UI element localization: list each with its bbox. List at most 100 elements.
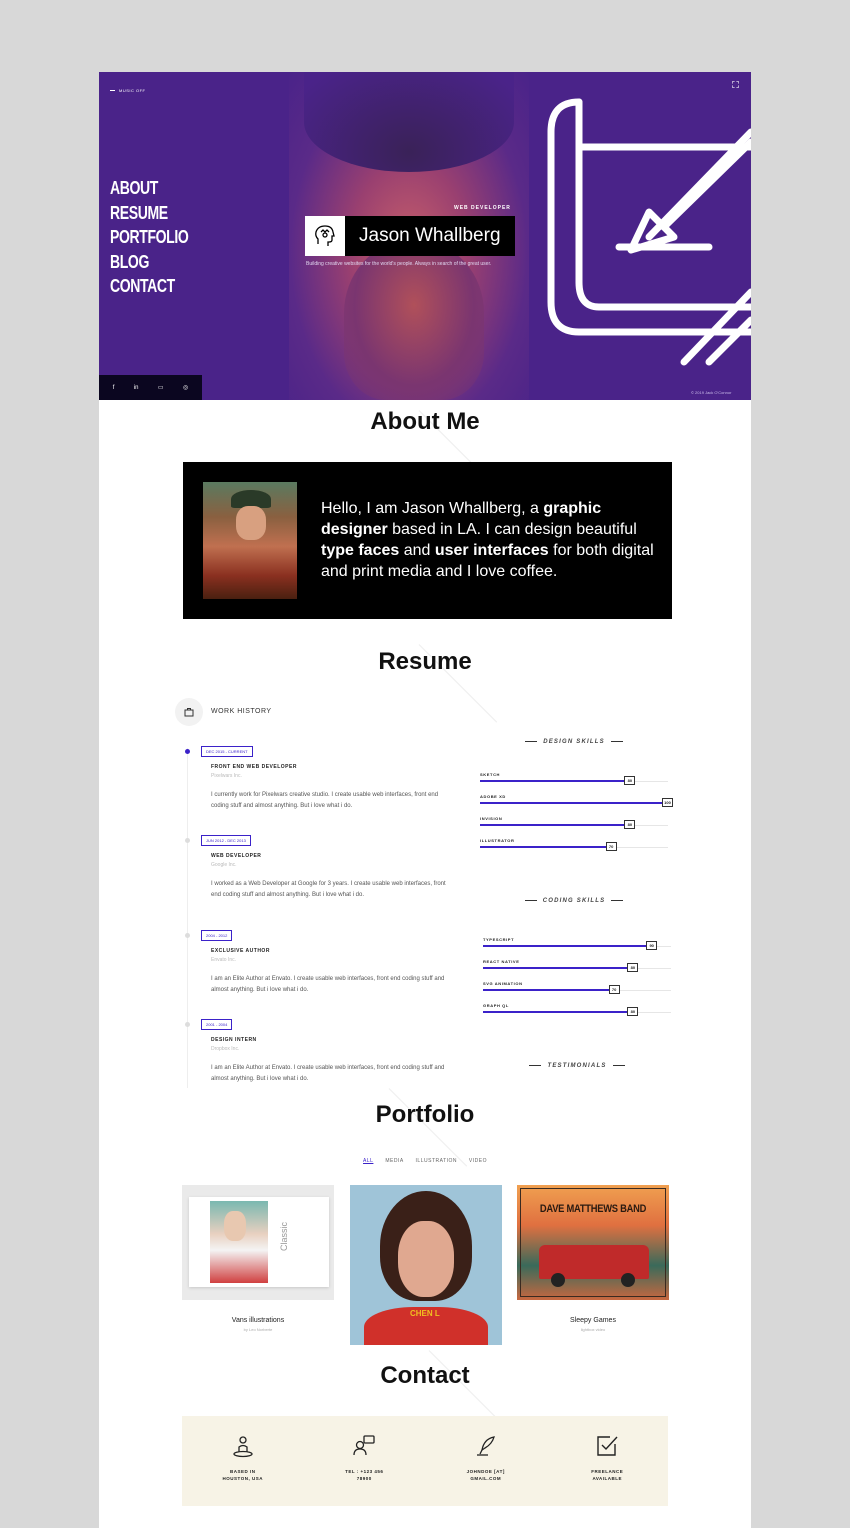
- skill-graph-ql: GRAPH QL 80: [483, 1003, 671, 1016]
- contact-location: BASED IN HOUSTON, USA: [193, 1434, 293, 1506]
- job-date: JUN 2012 - DEC 2013: [201, 835, 251, 846]
- job-company: Google Inc.: [211, 862, 237, 868]
- contact-line2: HOUSTON, USA: [222, 1476, 263, 1481]
- coding-skills-heading: CODING SKILLS: [513, 898, 635, 904]
- dribbble-icon[interactable]: ◎: [183, 384, 188, 391]
- pencil-paper-illustration: [547, 98, 751, 366]
- job-date: 2004 - 2012: [201, 930, 233, 941]
- contact-line1: JOHNDOE [AT]: [466, 1469, 505, 1474]
- nav-item-about[interactable]: ABOUT: [110, 176, 188, 201]
- portfolio-thumbnail[interactable]: DAVE MATTHEWS BAND: [517, 1185, 669, 1300]
- hero-name-box: Jason Whallberg: [305, 216, 515, 256]
- filter-media[interactable]: MEDIA: [385, 1158, 403, 1164]
- contact-line2: AVAILABLE: [592, 1476, 623, 1481]
- skill-adobe-xd: ADOBE XD 100: [480, 794, 673, 807]
- shirt-text: CHEN L: [410, 1309, 440, 1318]
- nav-item-resume[interactable]: RESUME: [110, 201, 188, 226]
- hero-role: WEB DEVELOPER: [454, 205, 511, 211]
- skill-bar-fill: [480, 846, 612, 848]
- contact-line1: BASED IN: [229, 1469, 256, 1474]
- checkbox-icon: [597, 1436, 618, 1456]
- contact-title: Contact: [380, 1362, 470, 1389]
- poster-title: DAVE MATTHEWS BAND: [539, 1203, 647, 1215]
- work-history-label: WORK HISTORY: [211, 708, 272, 715]
- facebook-icon[interactable]: f: [113, 385, 115, 391]
- about-text: Hello, I am Jason Whallberg, a graphic d…: [321, 500, 654, 580]
- portfolio-item-sleepy-games[interactable]: DAVE MATTHEWS BAND Sleepy Games lightbox…: [517, 1185, 669, 1332]
- skill-name: ADOBE XD: [480, 794, 506, 799]
- contact-line2: 78900: [356, 1476, 372, 1481]
- portfolio-title: Portfolio: [375, 1101, 475, 1128]
- portfolio-item-portrait[interactable]: CHEN L: [350, 1185, 502, 1345]
- skill-bar-fill: [480, 780, 631, 782]
- portfolio-thumbnail[interactable]: CHEN L: [350, 1185, 502, 1345]
- job-description: I currently work for Pixelwars creative …: [211, 792, 439, 809]
- job-description: I worked as a Web Developer at Google fo…: [211, 881, 446, 898]
- music-label: MUSIC OFF: [119, 88, 146, 93]
- job-title: DESIGN INTERN: [211, 1037, 257, 1043]
- nav-item-contact[interactable]: CONTACT: [110, 274, 188, 299]
- filter-all[interactable]: ALL: [363, 1158, 373, 1164]
- portfolio-filters: ALL MEDIA ILLUSTRATION VIDEO: [99, 1158, 751, 1164]
- skill-typescript: TYPESCRIPT 90: [483, 937, 671, 950]
- about-title: About Me: [370, 408, 480, 435]
- skill-value: 70: [605, 842, 617, 851]
- design-skills-heading: DESIGN SKILLS: [513, 739, 635, 745]
- skill-value: 80: [624, 820, 636, 829]
- hero-name: Jason Whallberg: [359, 225, 501, 246]
- contact-line2: GMAIL.COM: [470, 1476, 502, 1481]
- timeline-dot: [185, 838, 190, 843]
- nav-item-portfolio[interactable]: PORTFOLIO: [110, 225, 189, 250]
- portfolio-item-vans[interactable]: Classic Vans illustrations by Leo Norber…: [182, 1185, 334, 1332]
- linkedin-icon[interactable]: in: [134, 385, 139, 391]
- about-box: Hello, I am Jason Whallberg, a graphic d…: [183, 462, 672, 619]
- music-toggle[interactable]: MUSIC OFF: [110, 88, 146, 93]
- head-idea-icon: [305, 216, 345, 256]
- location-icon: [233, 1436, 253, 1458]
- skill-sketch: SKETCH 80: [480, 772, 668, 785]
- testimonials-heading: TESTIMONIALS: [515, 1063, 639, 1069]
- contact-box: BASED IN HOUSTON, USA TEL : +123 456 789…: [182, 1416, 668, 1506]
- skill-value: 70: [608, 985, 620, 994]
- timeline-dot: [185, 1022, 190, 1027]
- job-date: 2001 - 2004: [201, 1019, 233, 1030]
- page: MUSIC OFF ABOUT RESUME PORTFOLIO BLOG CO…: [99, 72, 751, 1528]
- contact-line1: TEL : +123 456: [345, 1469, 384, 1474]
- contact-email[interactable]: JOHNDOE [AT] GMAIL.COM: [436, 1434, 536, 1506]
- hero-section: MUSIC OFF ABOUT RESUME PORTFOLIO BLOG CO…: [99, 72, 751, 400]
- filter-illustration[interactable]: ILLUSTRATION: [416, 1158, 457, 1164]
- skill-value: 90: [646, 941, 658, 950]
- music-line-icon: [110, 90, 115, 92]
- job-title: FRONT END WEB DEVELOPER: [211, 764, 297, 770]
- skill-value: 80: [627, 963, 639, 972]
- skill-bar-fill: [483, 967, 634, 969]
- nav-item-blog[interactable]: BLOG: [110, 250, 188, 275]
- classic-label: Classic: [279, 1221, 289, 1251]
- skill-value: 80: [624, 776, 636, 785]
- timeline-line: [187, 748, 188, 1088]
- filter-video[interactable]: VIDEO: [469, 1158, 487, 1164]
- skill-name: GRAPH QL: [483, 1003, 509, 1008]
- skill-illustrator: ILLUSTRATOR 70: [480, 838, 668, 851]
- picture-icon[interactable]: ▭: [158, 384, 164, 391]
- skill-name: SKETCH: [480, 772, 501, 777]
- fullscreen-icon[interactable]: [732, 81, 739, 88]
- portfolio-item-subtitle: lightbox video: [580, 1327, 606, 1332]
- job-company: Envato Inc.: [211, 957, 237, 963]
- job-company: Pixelwars Inc.: [211, 773, 242, 779]
- portfolio-item-title[interactable]: Vans illustrations: [182, 1317, 334, 1324]
- briefcase-icon: [175, 698, 203, 726]
- portfolio-item-title[interactable]: Sleepy Games: [517, 1317, 669, 1324]
- skill-name: INVISION: [480, 816, 503, 821]
- copyright: © 2019 Jack O'Connor: [691, 390, 732, 395]
- job-description: I am an Elite Author at Envato. I create…: [211, 1065, 445, 1082]
- hero-portrait-cap: [304, 72, 514, 172]
- timeline-dot: [185, 749, 190, 754]
- skill-bar-fill: [483, 945, 653, 947]
- skill-react-native: REACT NATIVE 80: [483, 959, 671, 972]
- contact-line1: FREELANCE: [591, 1469, 624, 1474]
- about-photo: [203, 482, 297, 599]
- skill-bar-fill: [483, 1011, 634, 1013]
- portfolio-thumbnail[interactable]: Classic: [182, 1185, 334, 1300]
- main-nav: ABOUT RESUME PORTFOLIO BLOG CONTACT: [110, 176, 211, 299]
